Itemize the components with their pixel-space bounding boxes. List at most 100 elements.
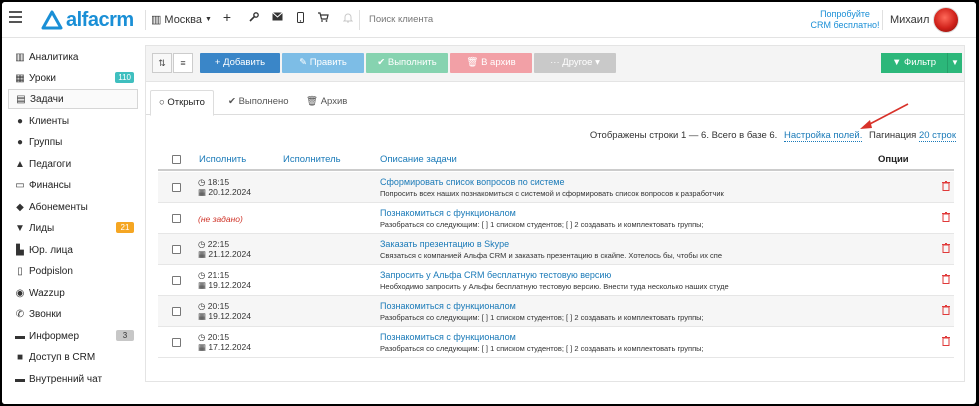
table-row[interactable]: (не задано) Познакомиться с функционалом… [158, 203, 954, 234]
pagination-link[interactable]: 20 строк [918, 130, 956, 142]
task-date: ▦ 20.12.2024 [198, 187, 251, 197]
sidebar-item-label: Группы [29, 136, 63, 148]
table-row[interactable]: ◷ 18:15 ▦ 20.12.2024 Сформировать список… [158, 172, 954, 203]
bell-icon[interactable] [341, 12, 355, 26]
sidebar-item-leads[interactable]: ▼ Лиды 21 [8, 218, 138, 238]
chart-icon: ▥ [15, 51, 25, 63]
envelope-icon[interactable] [270, 12, 284, 24]
field-settings-link[interactable]: Настройка полей. [783, 130, 863, 142]
complete-button[interactable]: ✔ Выполнить [366, 53, 448, 73]
task-time: ◷ 20:15 [198, 332, 230, 342]
plus-icon[interactable]: + [220, 9, 234, 25]
user-name[interactable]: Михаил [890, 14, 929, 26]
trash-icon[interactable] [942, 305, 950, 315]
task-title-link[interactable]: Познакомиться с функционалом [380, 208, 516, 218]
task-deadline: ◷ 18:15 ▦ 20.12.2024 [198, 177, 251, 197]
city-selector[interactable]: ▥ Москва ▼ [151, 13, 212, 27]
mobile-icon[interactable] [293, 12, 307, 26]
client-search-input[interactable]: Поиск клиента [369, 14, 433, 25]
table-row[interactable]: ◷ 22:15 ▦ 21.12.2024 Заказать презентаци… [158, 234, 954, 265]
task-title-link[interactable]: Познакомиться с функционалом [380, 301, 516, 311]
sidebar-item-teachers[interactable]: ▲ Педагоги [8, 154, 138, 174]
add-button[interactable]: + Добавить [200, 53, 280, 73]
column-executor[interactable]: Исполнитель [283, 154, 341, 165]
informer-badge: 3 [116, 330, 134, 341]
sidebar-item-label: Клиенты [29, 115, 70, 127]
sidebar-item-calls[interactable]: ✆ Звонки [8, 304, 138, 324]
building-icon: ▙ [16, 244, 24, 256]
sidebar-item-groups[interactable]: ● Группы [8, 132, 138, 152]
app-logo[interactable]: alfacrm [41, 9, 134, 31]
hamburger-menu-icon[interactable] [9, 11, 22, 23]
sidebar-item-crm-access[interactable]: ■ Доступ в CRM [8, 347, 138, 367]
trash-icon[interactable] [942, 181, 950, 191]
table-row[interactable]: ◷ 20:15 ▦ 19.12.2024 Познакомиться с фун… [158, 296, 954, 327]
archive-button[interactable]: 🗑 В архив [450, 53, 532, 73]
funnel-icon: ▼ [15, 222, 25, 234]
filter-caret-icon[interactable]: ▼ [947, 53, 962, 73]
sidebar-item-informer[interactable]: ▬ Информер 3 [8, 326, 138, 346]
view-toggle-list[interactable]: ≡ [173, 53, 193, 73]
logo-text: alfacrm [66, 8, 134, 31]
trash-icon[interactable] [942, 212, 950, 222]
tab-completed[interactable]: ✔ Выполнено [220, 90, 297, 115]
task-title-link[interactable]: Заказать презентацию в Skype [380, 239, 509, 249]
table-row[interactable]: ◷ 21:15 ▦ 19.12.2024 Запросить у Альфа C… [158, 265, 954, 296]
cart-icon[interactable] [316, 12, 330, 25]
sidebar-item-analytics[interactable]: ▥ Аналитика [8, 47, 138, 67]
row-checkbox[interactable] [172, 183, 181, 192]
task-title-link[interactable]: Запросить у Альфа CRM бесплатную тестову… [380, 270, 611, 280]
row-checkbox[interactable] [172, 338, 181, 347]
view-toggle-tree[interactable]: ⇅ [152, 53, 172, 73]
edit-button[interactable]: ✎ Править [282, 53, 364, 73]
sidebar: ▥ Аналитика ▦ Уроки 110 ▤ Задачи ● Клиенты ●… [2, 38, 142, 404]
task-description: Необходимо запросить у Альфы бесплатную … [380, 282, 729, 291]
building-icon: ▥ [151, 14, 162, 26]
calendar-icon: ▦ [15, 72, 25, 84]
column-description[interactable]: Описание задачи [380, 154, 457, 165]
promo-line-2: CRM бесплатно! [810, 20, 880, 30]
sidebar-item-legal-entities[interactable]: ▙ Юр. лица [8, 240, 138, 260]
pagination-label: Пагинация [869, 130, 917, 141]
sidebar-item-internal-chat[interactable]: ▬ Внутренний чат [8, 369, 138, 389]
user-icon: ● [16, 115, 24, 127]
row-checkbox[interactable] [172, 276, 181, 285]
trash-icon[interactable] [942, 274, 950, 284]
sidebar-item-lessons[interactable]: ▦ Уроки 110 [8, 68, 138, 88]
sidebar-item-wazzup[interactable]: ◉ Wazzup [8, 283, 138, 303]
promo-link[interactable]: Попробуйте CRM бесплатно! [810, 9, 880, 31]
trash-icon[interactable] [942, 336, 950, 346]
trash-icon[interactable] [942, 243, 950, 253]
column-options: Опции [878, 154, 909, 165]
filter-button[interactable]: ▼ Фильтр [881, 53, 947, 73]
column-execute[interactable]: Исполнить [199, 154, 246, 165]
sidebar-item-label: Wazzup [29, 287, 65, 299]
tab-archive[interactable]: 🗑 Архив [298, 90, 355, 115]
avatar[interactable] [933, 7, 959, 33]
row-checkbox[interactable] [172, 214, 181, 223]
task-description: Разобраться со следующим: [ ] 1 списком … [380, 220, 704, 229]
task-title-link[interactable]: Познакомиться с функционалом [380, 332, 516, 342]
task-description: Попросить всех наших познакомиться с сис… [380, 189, 724, 198]
task-title-link[interactable]: Сформировать список вопросов по системе [380, 177, 564, 187]
sidebar-item-podpislon[interactable]: ▯ Podpislon [8, 261, 138, 281]
sidebar-item-subscriptions[interactable]: ◆ Абонементы [8, 197, 138, 217]
wrench-icon[interactable] [247, 12, 261, 25]
task-date: ▦ 17.12.2024 [198, 342, 251, 352]
table-row[interactable]: ◷ 20:15 ▦ 17.12.2024 Познакомиться с фун… [158, 327, 954, 358]
tab-open[interactable]: ○ Открыто [150, 90, 214, 116]
task-deadline: ◷ 21:15 ▦ 19.12.2024 [198, 270, 251, 290]
select-all-checkbox[interactable] [172, 155, 181, 164]
toolbar: ⇅ ≡ + Добавить ✎ Править ✔ Выполнить 🗑 В… [146, 46, 964, 82]
header-divider [145, 10, 146, 30]
other-dropdown-button[interactable]: ··· Другое ▾ [534, 53, 616, 73]
task-description: Разобраться со следующим: [ ] 1 списком … [380, 313, 704, 322]
sidebar-item-tasks[interactable]: ▤ Задачи [8, 89, 138, 109]
sidebar-item-finances[interactable]: ▭ Финансы [8, 175, 138, 195]
task-deadline: ◷ 20:15 ▦ 19.12.2024 [198, 301, 251, 321]
list-icon: ≡ [180, 58, 186, 68]
sidebar-item-clients[interactable]: ● Клиенты [8, 111, 138, 131]
promo-line-1: Попробуйте [820, 9, 870, 19]
row-checkbox[interactable] [172, 245, 181, 254]
row-checkbox[interactable] [172, 307, 181, 316]
